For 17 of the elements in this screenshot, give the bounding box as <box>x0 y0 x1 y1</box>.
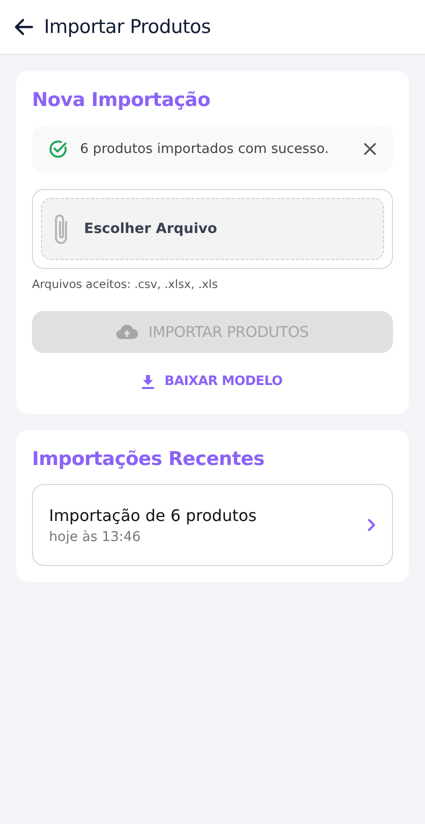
import-title: Importação de 6 produtos <box>49 506 258 524</box>
cloud-upload-icon <box>116 324 138 340</box>
page-title: Importar Produtos <box>44 16 211 38</box>
import-time: hoje às 13:46 <box>49 528 142 544</box>
accepted-formats-hint: Arquivos aceitos: .csv, .xlsx, .xls <box>32 277 219 291</box>
alert-message: 6 produtos importados com sucesso. <box>80 141 330 157</box>
paperclip-icon <box>52 212 70 246</box>
download-icon <box>142 374 154 388</box>
back-arrow-icon[interactable] <box>14 18 34 36</box>
close-button[interactable] <box>363 142 377 156</box>
import-history-item[interactable]: Importação de 6 produtos hoje às 13:46 <box>32 484 393 566</box>
section-title: Nova Importação <box>32 89 212 111</box>
download-template-link[interactable]: BAIXAR MODELO <box>136 373 289 390</box>
section-title: Importações Recentes <box>32 448 266 470</box>
choose-file-button[interactable]: Escolher Arquivo <box>41 198 384 260</box>
check-circle-icon <box>48 139 68 159</box>
chevron-right-icon <box>367 518 376 532</box>
